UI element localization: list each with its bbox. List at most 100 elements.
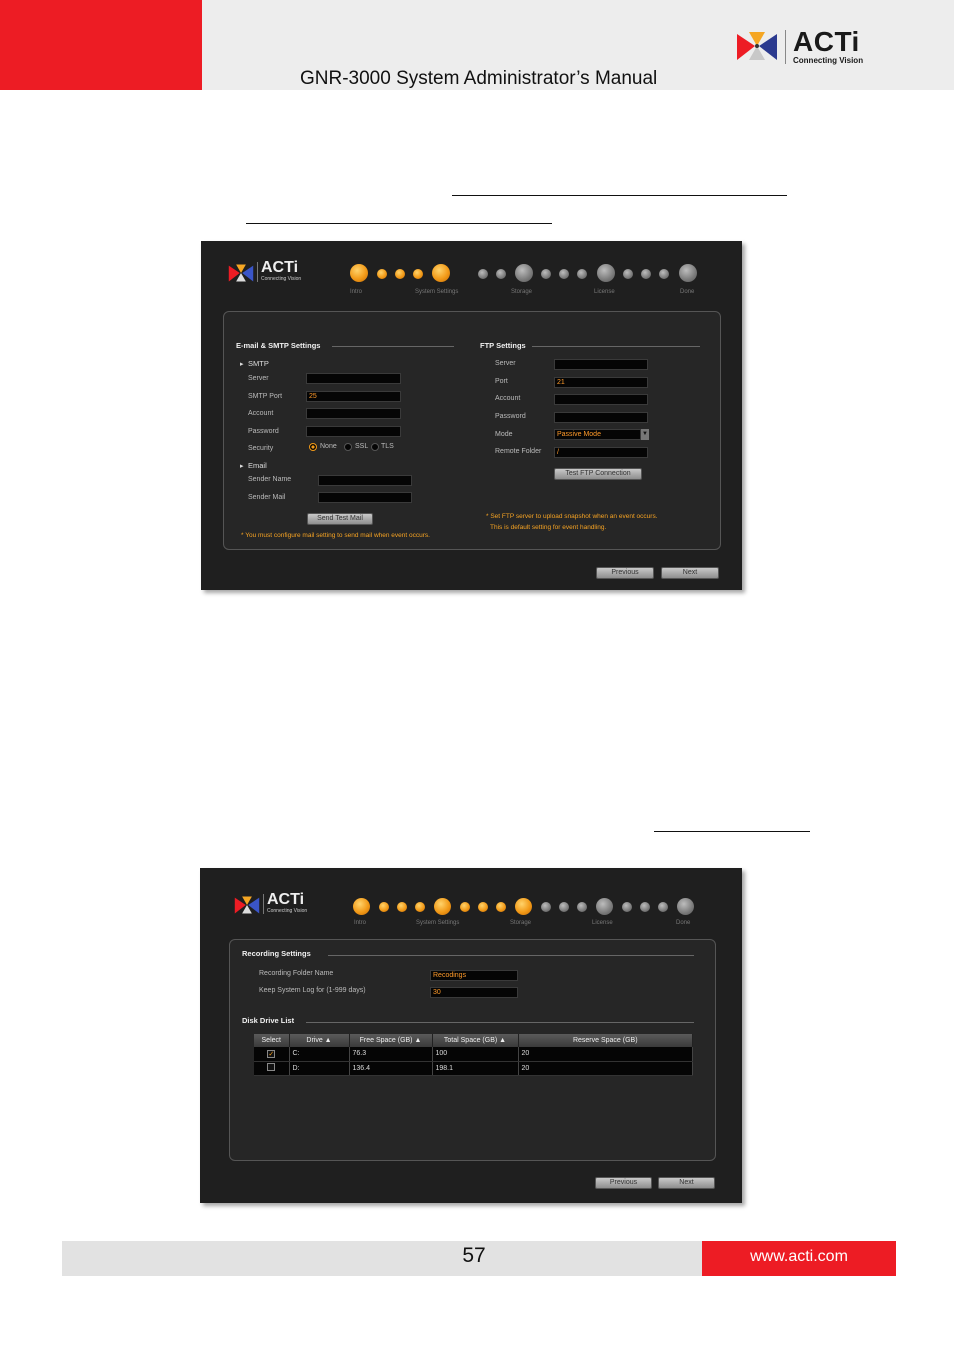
- column-header-drive[interactable]: Drive ▲: [289, 1034, 350, 1047]
- divider: [532, 346, 700, 347]
- row-checkbox[interactable]: [267, 1063, 276, 1071]
- ftp-account-input[interactable]: [554, 394, 648, 405]
- footer-url-link[interactable]: www.acti.com: [702, 1248, 896, 1266]
- step-label: License: [592, 920, 613, 926]
- step-dot: [658, 902, 668, 912]
- header-red-block: [0, 0, 202, 90]
- step-label: Storage: [511, 289, 533, 295]
- step-dot: [434, 898, 451, 915]
- previous-button[interactable]: Previous: [595, 1177, 652, 1189]
- table-row[interactable]: ✓ C: 76.3 100 20: [254, 1047, 693, 1062]
- step-dot: [460, 902, 470, 912]
- ftp-mode-label: Mode: [495, 431, 513, 438]
- previous-button[interactable]: Previous: [596, 567, 654, 579]
- log-days-input[interactable]: 30: [430, 987, 518, 998]
- column-header-free-space[interactable]: Free Space (GB) ▲: [349, 1034, 433, 1047]
- settings-panel: E-mail & SMTP Settings ▸ SMTP Server SMT…: [223, 311, 721, 550]
- divider: [332, 346, 454, 347]
- smtp-heading: SMTP: [248, 359, 269, 368]
- system-settings-screenshot: ACTi Connecting Vision Intro System Sett…: [201, 241, 742, 590]
- ftp-section-title: FTP Settings: [480, 341, 526, 350]
- smtp-port-input[interactable]: 25: [306, 391, 401, 402]
- page-number-text: 57: [462, 1244, 486, 1267]
- reserve-space-cell[interactable]: 20: [518, 1061, 693, 1076]
- link-underline[interactable]: [654, 831, 810, 832]
- sender-mail-input[interactable]: [318, 492, 412, 503]
- step-dot: [597, 264, 615, 282]
- smtp-server-input[interactable]: [306, 373, 401, 384]
- security-ssl-radio[interactable]: [344, 443, 352, 451]
- reserve-space-cell[interactable]: 20: [518, 1047, 693, 1062]
- storage-settings-screenshot: ACTi Connecting Vision Intro System Sett…: [200, 868, 742, 1203]
- step-dot: [596, 898, 613, 915]
- step-dot: [415, 902, 425, 912]
- ftp-port-input[interactable]: 21: [554, 377, 648, 388]
- screen-logo: ACTi Connecting Vision: [227, 259, 317, 284]
- step-dot: [395, 269, 405, 279]
- step-dot: [677, 898, 694, 915]
- step-dot: [659, 269, 669, 279]
- recording-folder-input[interactable]: Recodings: [430, 970, 518, 981]
- security-none-radio[interactable]: [309, 443, 317, 451]
- ftp-mode-select[interactable]: Passive Mode: [554, 429, 641, 440]
- step-dot: [350, 264, 368, 282]
- step-label: Intro: [354, 920, 367, 926]
- email-section-title: E-mail & SMTP Settings: [236, 341, 321, 350]
- security-label: Security: [248, 445, 274, 452]
- link-underline[interactable]: [452, 195, 787, 196]
- log-days-label: Keep System Log for (1-999 days): [259, 987, 366, 994]
- step-dot: [541, 902, 551, 912]
- table-row[interactable]: D: 136.4 198.1 20: [254, 1061, 693, 1076]
- smtp-account-input[interactable]: [306, 408, 401, 419]
- bullet-icon: ▸: [240, 463, 244, 470]
- ftp-remote-label: Remote Folder: [495, 448, 542, 455]
- ftp-note-1: * Set FTP server to upload snapshot when…: [486, 513, 658, 520]
- sender-name-input[interactable]: [318, 475, 412, 486]
- divider: [306, 1022, 694, 1023]
- send-test-mail-button[interactable]: Send Test Mail: [307, 513, 373, 525]
- email-heading: Email: [248, 461, 267, 470]
- mail-note: * You must configure mail setting to sen…: [241, 532, 430, 539]
- ftp-server-input[interactable]: [554, 359, 648, 370]
- divider: [328, 955, 694, 956]
- column-header-total-space[interactable]: Total Space (GB) ▲: [432, 1034, 519, 1047]
- next-button[interactable]: Next: [661, 567, 719, 579]
- total-space-cell: 198.1: [432, 1061, 519, 1076]
- acti-butterfly-icon: [228, 264, 254, 282]
- step-dot: [496, 269, 506, 279]
- smtp-account-label: Account: [248, 410, 274, 417]
- drive-cell: C:: [289, 1047, 350, 1062]
- step-dot: [432, 264, 450, 282]
- security-none-label: None: [320, 443, 337, 450]
- step-dot: [478, 902, 488, 912]
- ftp-password-input[interactable]: [554, 412, 648, 423]
- ftp-remote-input[interactable]: /: [554, 447, 648, 458]
- screen-logo-name: ACTi: [267, 891, 305, 908]
- step-dot: [577, 902, 587, 912]
- step-dot: [577, 269, 587, 279]
- test-ftp-button[interactable]: Test FTP Connection: [554, 468, 642, 480]
- sender-mail-label: Sender Mail: [248, 494, 286, 501]
- next-button[interactable]: Next: [658, 1177, 715, 1189]
- column-header-reserve-space[interactable]: Reserve Space (GB): [518, 1034, 693, 1047]
- smtp-password-input[interactable]: [306, 426, 401, 437]
- step-dot: [623, 269, 633, 279]
- step-dot: [515, 898, 532, 915]
- screen-logo-tagline: Connecting Vision: [267, 908, 308, 914]
- screen-logo-name: ACTi: [261, 259, 299, 276]
- column-header-select[interactable]: Select: [254, 1034, 290, 1047]
- screen-logo: ACTi Connecting Vision: [233, 891, 323, 916]
- ftp-port-label: Port: [495, 378, 508, 385]
- chevron-down-icon[interactable]: ▼: [641, 429, 649, 440]
- step-dot: [679, 264, 697, 282]
- row-checkbox[interactable]: ✓: [267, 1049, 276, 1058]
- step-label: Done: [680, 289, 695, 295]
- ftp-server-label: Server: [495, 360, 516, 367]
- link-underline[interactable]: [246, 223, 552, 224]
- recording-folder-label: Recording Folder Name: [259, 970, 334, 977]
- step-dot: [541, 269, 551, 279]
- security-tls-radio[interactable]: [371, 443, 379, 451]
- drive-cell: D:: [289, 1061, 350, 1076]
- step-dot: [559, 902, 569, 912]
- ftp-account-label: Account: [495, 395, 521, 402]
